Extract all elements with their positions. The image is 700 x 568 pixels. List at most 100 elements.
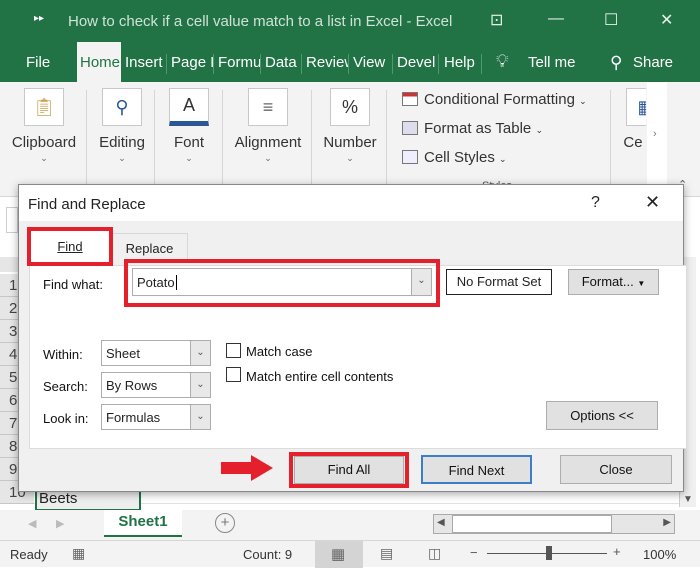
dialog-title: Find and Replace <box>19 185 683 221</box>
cell-styles-button[interactable]: Cell Styles ⌄ <box>402 149 507 166</box>
tab-page-layout[interactable]: Page L <box>171 54 214 74</box>
zoom-level[interactable]: 100% <box>643 547 676 562</box>
percent-icon: % <box>330 88 370 126</box>
close-button[interactable]: Close <box>560 455 672 484</box>
zoom-in-button[interactable]: + <box>613 544 621 559</box>
tab-find[interactable]: Find <box>27 227 113 266</box>
page-break-view-icon[interactable]: ◫ <box>428 545 441 562</box>
prev-sheet-icon[interactable]: ◀ <box>28 517 36 530</box>
clipboard-group[interactable]: 📋︎ Clipboard ⌄ <box>8 88 80 164</box>
red-arrow-icon <box>221 455 273 481</box>
find-what-input[interactable]: Potato ⌄ <box>132 268 432 296</box>
name-box[interactable] <box>6 207 18 233</box>
clipboard-label: Clipboard <box>11 134 77 151</box>
lightbulb-icon: 💡︎ <box>496 51 509 71</box>
zoom-out-button[interactable]: − <box>470 545 478 560</box>
ribbon-scroll-right[interactable]: › <box>647 82 667 196</box>
find-replace-dialog: Find and Replace ? ✕ Replace Find Find w… <box>18 184 687 492</box>
font-color-icon: A <box>169 88 209 126</box>
cells-icon: ▦ <box>626 88 646 126</box>
clipboard-icon: 📋︎ <box>24 88 64 126</box>
status-bar: Ready ▦ Count: 9 ▦ ▤ ◫ − + 100% <box>0 540 700 568</box>
tell-me-search[interactable]: Tell me <box>528 54 579 74</box>
share-button[interactable]: Share <box>633 54 676 74</box>
tab-review[interactable]: Review <box>306 54 349 74</box>
tab-formulas[interactable]: Formu <box>218 54 261 74</box>
number-label: Number <box>323 134 377 151</box>
tab-help[interactable]: Help <box>444 54 482 74</box>
font-group[interactable]: A Font ⌄ <box>162 88 216 164</box>
format-table-icon <box>402 121 418 135</box>
macro-record-icon[interactable]: ▦ <box>72 545 85 562</box>
within-select[interactable]: Sheet ⌄ <box>101 340 211 366</box>
find-what-label: Find what: <box>43 277 103 292</box>
within-value: Sheet <box>106 346 140 361</box>
within-label: Within: <box>43 347 83 362</box>
dialog-close-icon[interactable]: ✕ <box>645 192 660 213</box>
share-icon: ⚲ <box>610 53 623 72</box>
alignment-label: Alignment <box>234 134 302 151</box>
tab-data[interactable]: Data <box>265 54 302 74</box>
chevron-down-icon: ⌄ <box>190 341 210 365</box>
horizontal-scrollbar[interactable]: ◀ ▶ <box>433 514 675 534</box>
cell-styles-label: Cell Styles <box>424 149 495 166</box>
match-case-label[interactable]: Match case <box>246 344 312 359</box>
window-title: How to check if a cell value match to a … <box>68 13 453 30</box>
page-layout-view-icon[interactable]: ▤ <box>380 545 393 562</box>
alignment-group[interactable]: ≡ Alignment ⌄ <box>230 88 306 164</box>
close-window-button[interactable]: ✕ <box>660 10 673 30</box>
look-in-value: Formulas <box>106 410 161 425</box>
find-what-dropdown-icon[interactable]: ⌄ <box>411 269 431 295</box>
find-next-button[interactable]: Find Next <box>421 455 532 484</box>
format-as-table-button[interactable]: Format as Table ⌄ <box>402 120 543 137</box>
next-sheet-icon[interactable]: ▶ <box>56 517 64 530</box>
search-select[interactable]: By Rows ⌄ <box>101 372 211 398</box>
editing-group[interactable]: ⚲ Editing ⌄ <box>94 88 150 164</box>
conditional-formatting-icon <box>402 92 418 106</box>
look-in-label: Look in: <box>43 411 89 426</box>
find-all-button[interactable]: Find All <box>294 456 404 484</box>
ribbon-tabs: File Home Insert Page L Formu Data Revie… <box>0 42 700 82</box>
tab-find-label: Find <box>57 239 83 254</box>
normal-view-button[interactable]: ▦ <box>315 541 363 568</box>
match-entire-label[interactable]: Match entire cell contents <box>246 369 393 384</box>
look-in-select[interactable]: Formulas ⌄ <box>101 404 211 430</box>
title-bar: ▸▸ How to check if a cell value match to… <box>0 0 700 42</box>
search-value: By Rows <box>106 378 158 393</box>
cells-group[interactable]: ▦ Ce <box>620 88 646 151</box>
tab-file[interactable]: File <box>26 54 53 74</box>
number-group[interactable]: % Number ⌄ <box>319 88 381 164</box>
font-label: Font <box>173 134 204 151</box>
tab-developer[interactable]: Devel <box>397 54 439 74</box>
status-ready: Ready <box>10 547 48 562</box>
chevron-down-icon: ⌄ <box>190 373 210 397</box>
minimize-button[interactable]: — <box>548 10 564 28</box>
ribbon-display-icon[interactable]: ⊡ <box>490 10 503 30</box>
options-button[interactable]: Options << <box>546 401 658 430</box>
match-entire-checkbox[interactable] <box>226 367 241 382</box>
zoom-slider-thumb[interactable] <box>546 546 552 560</box>
cells-label: Ce <box>623 134 643 151</box>
tab-view[interactable]: View <box>353 54 393 74</box>
find-what-value: Potato <box>137 275 175 290</box>
conditional-formatting-button[interactable]: Conditional Formatting ⌄ <box>402 91 587 108</box>
format-button[interactable]: Format... ▼ <box>568 269 659 295</box>
chevron-down-icon: ⌄ <box>190 405 210 429</box>
cell-a10[interactable]: Beets <box>35 489 141 511</box>
help-button[interactable]: ? <box>591 194 600 212</box>
no-format-preview: No Format Set <box>446 269 552 295</box>
quick-access-icon[interactable]: ▸▸ <box>34 13 44 24</box>
tab-insert[interactable]: Insert <box>125 54 167 74</box>
format-button-label: Format... <box>581 274 634 289</box>
sheet-tab-sheet1[interactable]: Sheet1 <box>104 510 182 537</box>
add-sheet-button[interactable]: + <box>215 513 235 533</box>
maximize-button[interactable]: ☐ <box>604 10 618 30</box>
tab-replace-label: Replace <box>125 241 174 256</box>
format-as-table-label: Format as Table <box>424 120 532 137</box>
status-count: Count: 9 <box>243 547 293 562</box>
match-case-checkbox[interactable] <box>226 343 241 358</box>
ribbon: 📋︎ Clipboard ⌄ ⚲ Editing ⌄ A Font ⌄ ≡ Alignment… <box>0 82 700 197</box>
tab-home[interactable]: Home <box>77 42 121 82</box>
sheet-tab-bar: ◀ ▶ Sheet1 + ◀ ▶ <box>0 510 700 540</box>
editing-label: Editing <box>99 134 145 151</box>
